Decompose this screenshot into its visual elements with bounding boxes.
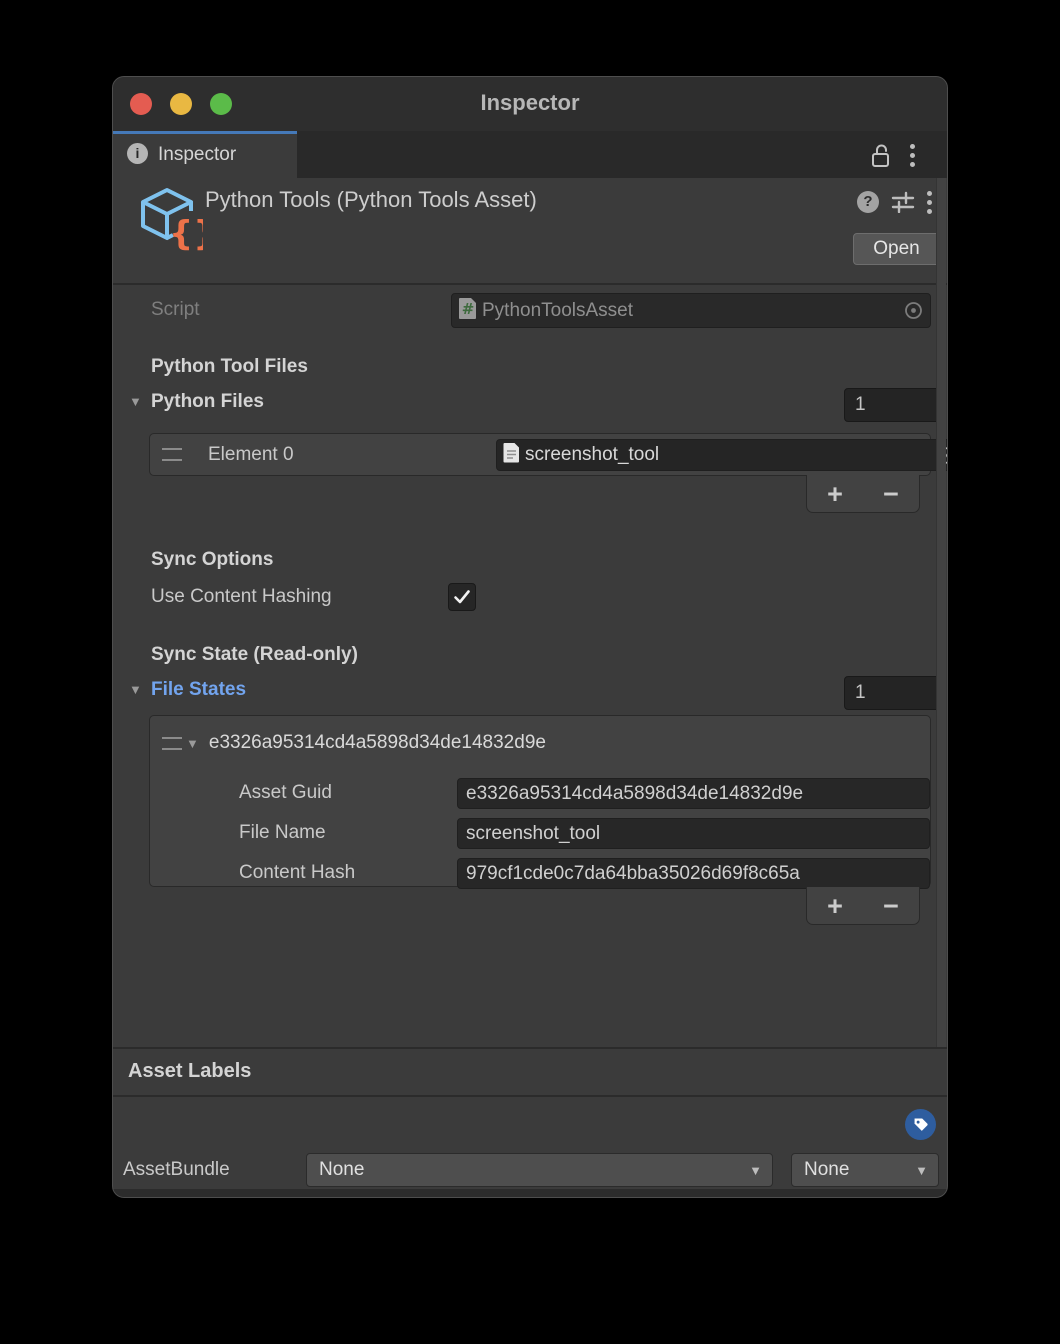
content-hash-field[interactable]: 979cf1cde0c7da64bba35026d69f8c65a xyxy=(457,858,930,889)
sync-state-header: Sync State (Read-only) xyxy=(151,644,358,666)
open-button[interactable]: Open xyxy=(853,233,940,265)
add-element-button[interactable]: + xyxy=(827,479,843,509)
use-content-hashing-checkbox[interactable] xyxy=(448,583,476,611)
entry-guid-header: e3326a95314cd4a5898d34de14832d9e xyxy=(209,732,546,754)
header-divider xyxy=(113,283,947,285)
bundle-variant-dropdown[interactable]: None ▼ xyxy=(791,1153,939,1187)
chevron-down-icon: ▼ xyxy=(915,1163,928,1178)
check-icon xyxy=(453,589,471,605)
field-label: Asset Guid xyxy=(239,782,332,804)
asset-labels-bar: Asset Labels xyxy=(113,1047,947,1097)
text-file-icon xyxy=(503,442,520,468)
field-label: File Name xyxy=(239,822,326,844)
entry-foldout-icon[interactable]: ▼ xyxy=(186,736,199,751)
label-tag-button[interactable] xyxy=(905,1109,936,1140)
python-asset-icon: {} xyxy=(133,183,203,253)
chevron-down-icon: ▼ xyxy=(749,1163,762,1178)
script-value: PythonToolsAsset xyxy=(482,300,904,322)
use-content-hashing-label: Use Content Hashing xyxy=(151,586,332,608)
file-states-count-field[interactable]: 1 xyxy=(844,676,940,710)
tab-bar: i Inspector xyxy=(113,131,947,178)
file-states-foldout-icon[interactable]: ▼ xyxy=(129,682,142,697)
object-picker-icon[interactable] xyxy=(904,301,923,320)
asset-labels-header: Asset Labels xyxy=(128,1060,251,1083)
asset-bundle-label: AssetBundle xyxy=(123,1159,230,1181)
tab-inspector[interactable]: i Inspector xyxy=(113,131,297,178)
script-object-field[interactable]: # PythonToolsAsset xyxy=(451,293,931,328)
info-icon: i xyxy=(127,143,148,164)
tab-menu-kebab-icon[interactable] xyxy=(910,144,916,171)
file-states-box: ▼ e3326a95314cd4a5898d34de14832d9e Asset… xyxy=(149,715,931,887)
svg-text:{}: {} xyxy=(169,214,203,253)
python-files-list: Element 0 screenshot_tool xyxy=(149,433,931,476)
titlebar: Inspector xyxy=(113,77,947,131)
help-icon[interactable]: ? xyxy=(857,191,879,213)
inspector-window: Inspector i Inspector {} Python Tools (P xyxy=(112,76,948,1198)
svg-text:#: # xyxy=(462,300,475,318)
unlock-icon[interactable] xyxy=(869,143,892,174)
script-label: Script xyxy=(151,299,200,321)
element-value: screenshot_tool xyxy=(525,444,939,466)
drag-handle-icon[interactable] xyxy=(162,448,182,461)
element-label: Element 0 xyxy=(208,444,294,466)
list-footer: + − xyxy=(806,475,920,513)
remove-state-button[interactable]: − xyxy=(883,891,899,921)
file-name-field[interactable]: screenshot_tool xyxy=(457,818,930,849)
python-files-count-field[interactable]: 1 xyxy=(844,388,940,422)
asset-guid-value: e3326a95314cd4a5898d34de14832d9e xyxy=(466,783,929,805)
drag-handle-icon[interactable] xyxy=(162,737,182,750)
add-state-button[interactable]: + xyxy=(827,891,843,921)
window-title: Inspector xyxy=(113,90,947,116)
file-states-label[interactable]: File States xyxy=(151,679,246,701)
list-item[interactable]: Element 0 screenshot_tool xyxy=(150,434,930,475)
bundle-selected-value: None xyxy=(319,1159,364,1181)
content-hash-value: 979cf1cde0c7da64bba35026d69f8c65a xyxy=(466,863,929,885)
tab-label: Inspector xyxy=(158,144,236,166)
remove-element-button[interactable]: − xyxy=(883,479,899,509)
python-tool-files-header: Python Tool Files xyxy=(151,356,308,378)
list-footer: + − xyxy=(806,887,920,925)
window-bottom-strip xyxy=(113,1189,947,1198)
python-files-foldout-icon[interactable]: ▼ xyxy=(129,394,142,409)
file-state-entry-header[interactable]: ▼ e3326a95314cd4a5898d34de14832d9e xyxy=(162,732,546,754)
variant-selected-value: None xyxy=(804,1159,849,1181)
csharp-script-icon: # xyxy=(458,297,478,325)
tag-icon xyxy=(912,1116,929,1133)
asset-title: Python Tools (Python Tools Asset) xyxy=(205,187,537,213)
presets-icon[interactable] xyxy=(891,191,915,218)
header-menu-kebab-icon[interactable] xyxy=(927,191,933,218)
asset-bundle-dropdown[interactable]: None ▼ xyxy=(306,1153,773,1187)
element-object-field[interactable]: screenshot_tool xyxy=(496,439,948,471)
python-files-label[interactable]: Python Files xyxy=(151,391,264,413)
sync-options-header: Sync Options xyxy=(151,549,273,571)
file-name-value: screenshot_tool xyxy=(466,823,929,845)
field-label: Content Hash xyxy=(239,862,355,884)
asset-guid-field[interactable]: e3326a95314cd4a5898d34de14832d9e xyxy=(457,778,930,809)
scrollbar-track[interactable] xyxy=(936,178,946,1047)
